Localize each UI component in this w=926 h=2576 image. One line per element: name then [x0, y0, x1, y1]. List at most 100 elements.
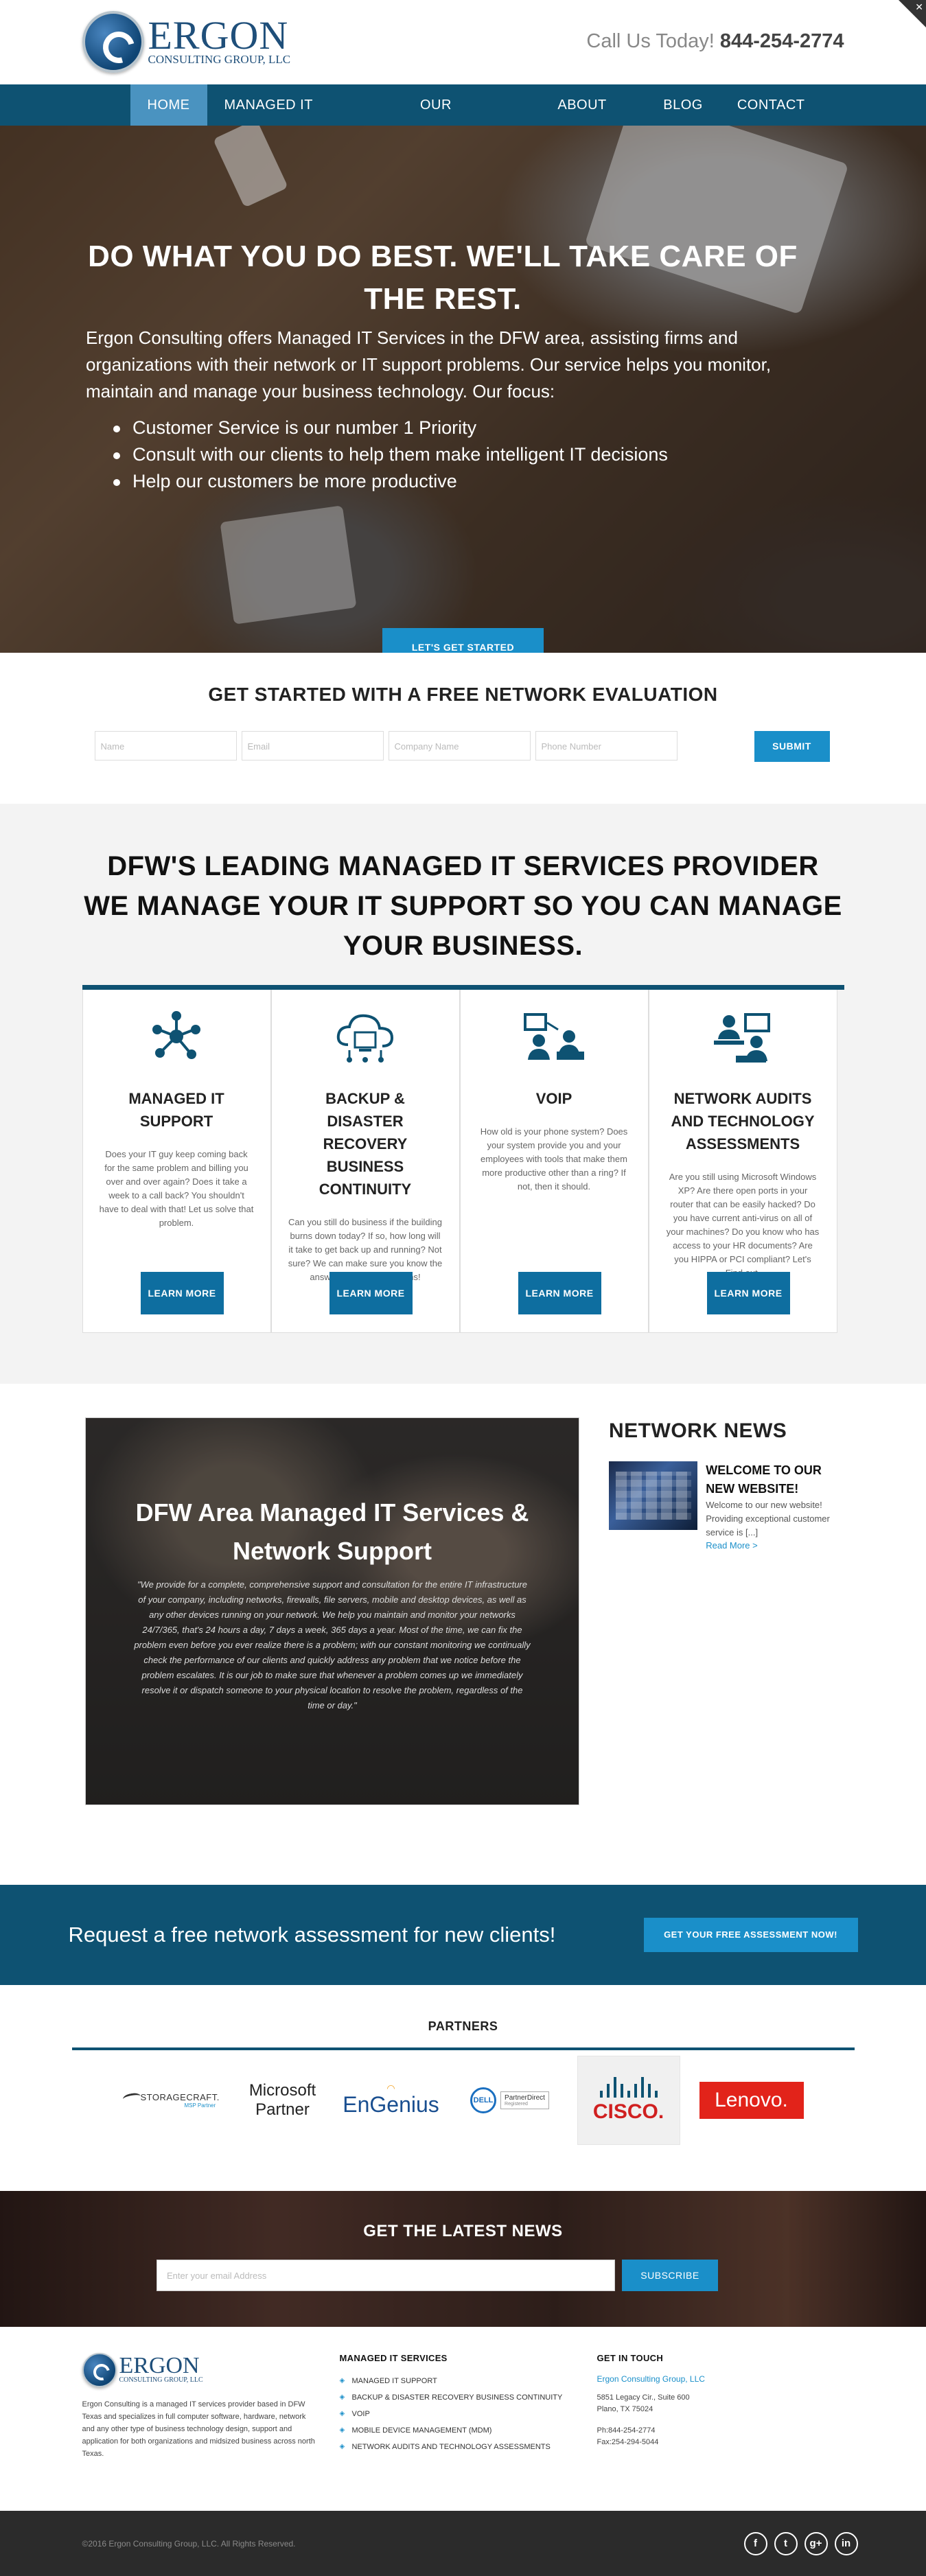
microsoft-logo: Microsoft Partner: [245, 2081, 321, 2120]
phone-image: [213, 126, 288, 208]
phone-link[interactable]: 844-254-2774: [720, 30, 844, 52]
nav-contact-us[interactable]: CONTACT US: [720, 84, 844, 154]
site-footer: ERGON CONSULTING GROUP, LLC Ergon Consul…: [0, 2327, 926, 2511]
partners-section: PARTNERS STORAGECRAFT. MSP Partner Micro…: [0, 1985, 926, 2191]
card-title: NETWORK AUDITS AND TECHNOLOGY ASSESSMENT…: [671, 1090, 815, 1152]
promo-quote: "We provide for a complete, comprehensiv…: [134, 1579, 531, 1710]
dell-circle-icon: DELL: [470, 2087, 497, 2113]
promo-panel: DFW Area Managed IT Services & Network S…: [86, 1418, 579, 1805]
site-header: ERGON CONSULTING GROUP, LLC Call Us Toda…: [0, 0, 926, 84]
footer-link[interactable]: BACKUP & DISASTER RECOVERY BUSINESS CONT…: [340, 2389, 597, 2406]
wifi-icon: ◠: [386, 2082, 395, 2093]
logo-name: ERGON: [148, 13, 289, 58]
nav-about-us[interactable]: ABOUT US: [540, 84, 646, 154]
storagecraft-sub: MSP Partner: [184, 2102, 216, 2109]
card-text: How old is your phone system? Does your …: [480, 1126, 628, 1192]
hero-intro: Ergon Consulting offers Managed IT Servi…: [86, 327, 772, 402]
promo-title: DFW Area Managed IT Services & Network S…: [135, 1498, 529, 1565]
card-text: Does your IT guy keep coming back for th…: [99, 1149, 254, 1228]
post-thumbnail[interactable]: [609, 1461, 698, 1530]
close-icon[interactable]: ✕: [915, 1, 923, 13]
logo-icon: [82, 2353, 117, 2387]
subscribe-button[interactable]: SUBSCRIBE: [622, 2260, 718, 2291]
footer-address-line1: 5851 Legacy Cir., Suite 600: [597, 2393, 690, 2402]
bottom-bar: ©2016 Ergon Consulting Group, LLC. All R…: [0, 2511, 926, 2576]
list-item: Help our customers be more productive: [113, 468, 800, 495]
learn-more-button[interactable]: LEARN MORE: [518, 1272, 601, 1314]
get-started-button[interactable]: LET'S GET STARTED: [382, 628, 544, 653]
learn-more-button[interactable]: LEARN MORE: [329, 1272, 413, 1314]
partnerdirect-sub: Registered: [505, 2102, 528, 2107]
footer-link[interactable]: MANAGED IT SUPPORT: [340, 2373, 597, 2389]
footer-link[interactable]: VOIP: [340, 2406, 597, 2422]
footer-company-link[interactable]: Ergon Consulting Group, LLC: [597, 2374, 803, 2384]
storagecraft-name: STORAGECRAFT.: [140, 2092, 220, 2102]
nav-managed-it-services[interactable]: MANAGED IT SERVICES: [207, 84, 403, 154]
newsletter-email-input[interactable]: Enter your email Address: [157, 2260, 615, 2291]
service-card-voip: VOIP How old is your phone system? Does …: [459, 990, 649, 1333]
site-logo[interactable]: ERGON CONSULTING GROUP, LLC: [82, 11, 291, 73]
facebook-icon[interactable]: f: [743, 2531, 767, 2555]
nav-blog[interactable]: BLOG: [646, 84, 720, 126]
card-title: MANAGED IT SUPPORT: [128, 1090, 224, 1130]
service-card-managed-it: MANAGED IT SUPPORT Does your IT guy keep…: [82, 990, 271, 1333]
partnerdirect-badge: PartnerDirect Registered: [500, 2091, 549, 2109]
services-section: DFW'S LEADING MANAGED IT SERVICES PROVID…: [0, 804, 926, 1384]
footer-link[interactable]: NETWORK AUDITS AND TECHNOLOGY ASSESSMENT…: [340, 2439, 597, 2455]
partners-divider: [71, 2047, 855, 2050]
evaluation-title: GET STARTED WITH A FREE NETWORK EVALUATI…: [208, 684, 718, 705]
network-icon: [100, 1009, 254, 1064]
learn-more-button[interactable]: LEARN MORE: [140, 1272, 224, 1314]
company-field[interactable]: Company Name: [388, 731, 531, 761]
tablet-image: [220, 505, 357, 625]
linkedin-icon[interactable]: in: [834, 2531, 858, 2555]
nav-home[interactable]: HOME: [130, 84, 207, 126]
logo-subtitle: CONSULTING GROUP, LLC: [148, 53, 291, 66]
call-label: Call Us Today!: [586, 30, 715, 52]
corner-toggle[interactable]: ✕: [899, 0, 926, 27]
network-news-title: NETWORK NEWS: [609, 1419, 787, 1442]
email-field[interactable]: Email: [241, 731, 384, 761]
footer-fax: Fax:254-294-5044: [597, 2438, 659, 2446]
nav-our-process[interactable]: OUR PROCESS: [403, 84, 540, 154]
evaluation-section: GET STARTED WITH A FREE NETWORK EVALUATI…: [0, 653, 926, 804]
footer-description: Ergon Consulting is a managed IT service…: [82, 2400, 315, 2458]
footer-link[interactable]: MOBILE DEVICE MANAGEMENT (MDM): [340, 2422, 597, 2439]
lenovo-name: Lenovo.: [715, 2089, 788, 2111]
partnerdirect-name: PartnerDirect: [505, 2094, 545, 2102]
cisco-bars-icon: [598, 2077, 660, 2098]
hero-title: DO WHAT YOU DO BEST. WE'LL TAKE CARE OF …: [88, 240, 798, 316]
audit-icon: [666, 1009, 820, 1064]
submit-button[interactable]: SUBMIT: [754, 731, 830, 762]
read-more-link[interactable]: Read More >: [706, 1540, 758, 1551]
free-assessment-button[interactable]: GET YOUR FREE ASSESSMENT NOW!: [643, 1918, 858, 1952]
post-title[interactable]: WELCOME TO OUR NEW WEBSITE!: [706, 1461, 842, 1498]
hero-focus-list: Customer Service is our number 1 Priorit…: [86, 415, 800, 495]
engenius-name: EnGenius: [343, 2091, 439, 2117]
list-item: Consult with our clients to help them ma…: [113, 441, 800, 468]
post-excerpt: Welcome to our new website! Providing ex…: [706, 1500, 830, 1538]
name-field[interactable]: Name: [94, 731, 237, 761]
storagecraft-swoosh-icon: [121, 2091, 141, 2103]
lenovo-logo: Lenovo.: [699, 2082, 804, 2119]
footer-logo[interactable]: ERGON CONSULTING GROUP, LLC: [82, 2353, 340, 2387]
hero-banner: DO WHAT YOU DO BEST. WE'LL TAKE CARE OF …: [0, 126, 926, 653]
google-plus-icon[interactable]: g+: [804, 2531, 828, 2555]
engenius-logo: ◠ EnGenius: [340, 2082, 443, 2117]
footer-address-line2: Plano, TX 75024: [597, 2405, 653, 2413]
service-card-backup: BACKUP & DISASTER RECOVERY BUSINESS CONT…: [270, 990, 460, 1333]
twitter-icon[interactable]: t: [774, 2531, 798, 2555]
promo-news-section: DFW Area Managed IT Services & Network S…: [0, 1384, 926, 1885]
phone-field[interactable]: Phone Number: [535, 731, 678, 761]
footer-services-title: MANAGED IT SERVICES: [339, 2353, 448, 2363]
assessment-banner: Request a free network assessment for ne…: [0, 1885, 926, 1985]
cisco-logo: CISCO.: [577, 2056, 680, 2145]
learn-more-button[interactable]: LEARN MORE: [706, 1272, 790, 1314]
news-post: WELCOME TO OUR NEW WEBSITE! Welcome to o…: [609, 1461, 842, 1552]
network-news: NETWORK NEWS WELCOME TO OUR NEW WEBSITE!…: [609, 1419, 842, 1552]
voip-icon: [477, 1009, 632, 1064]
footer-logo-sub: CONSULTING GROUP, LLC: [119, 2376, 203, 2384]
card-title: BACKUP & DISASTER RECOVERY BUSINESS CONT…: [319, 1090, 412, 1198]
footer-logo-name: ERGON: [119, 2353, 200, 2378]
microsoft-sub: Partner: [255, 2100, 310, 2119]
